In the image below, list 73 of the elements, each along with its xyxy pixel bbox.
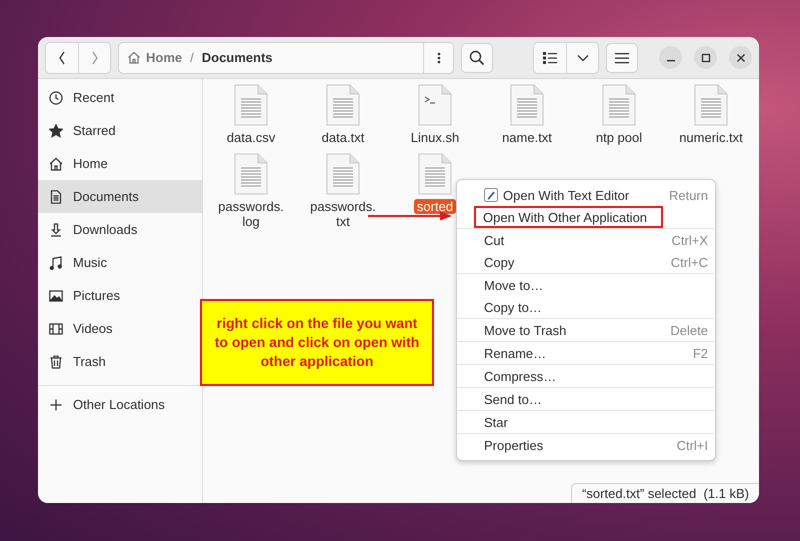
menu-item[interactable]: Move to Trash Delete: [457, 319, 715, 341]
sidebar-item[interactable]: Music: [38, 246, 202, 279]
script-file-icon[interactable]: [418, 84, 452, 126]
video-icon: [49, 322, 63, 336]
forward-button[interactable]: [78, 42, 110, 72]
menu-item[interactable]: Open With Other Application: [474, 206, 663, 228]
list-view-icon: [543, 52, 557, 64]
maximize-button[interactable]: [694, 46, 717, 69]
download-icon: [49, 222, 63, 236]
minimize-icon: [666, 60, 674, 62]
menu-item[interactable]: Compress…: [457, 365, 715, 387]
main-menu-button[interactable]: [606, 42, 638, 72]
home-crumb[interactable]: Home: [119, 44, 188, 72]
menu-item[interactable]: Send to…: [457, 388, 715, 410]
text-file-icon[interactable]: [418, 153, 452, 195]
home-icon: [49, 156, 63, 170]
back-icon: [58, 50, 66, 64]
text-file-icon[interactable]: [694, 84, 728, 126]
menu-item[interactable]: Copy Ctrl+C: [457, 251, 715, 273]
file-name[interactable]: numeric.txt: [676, 130, 746, 145]
text-editor-icon: [484, 188, 498, 202]
text-file-icon[interactable]: [602, 84, 636, 126]
sidebar-item[interactable]: Pictures: [38, 279, 202, 312]
file-name[interactable]: Linux.sh: [408, 130, 462, 145]
picture-icon: [49, 288, 63, 302]
star-icon: [49, 124, 63, 138]
file-name[interactable]: data.csv: [224, 130, 278, 145]
path-separator: /: [189, 50, 195, 65]
text-file-icon[interactable]: [326, 84, 360, 126]
trash-icon: [49, 354, 63, 368]
close-icon: [736, 52, 746, 62]
maximize-icon: [700, 52, 710, 62]
search-button[interactable]: [461, 42, 493, 72]
home-icon: [127, 51, 141, 64]
menu-icon: [615, 52, 629, 64]
sidebar-item[interactable]: Recent: [38, 81, 202, 114]
file-name[interactable]: sorted: [414, 199, 456, 214]
menu-item[interactable]: Star: [457, 411, 715, 433]
status-bar: “sorted.txt” selected (1.1 kB): [571, 483, 759, 503]
text-file-icon[interactable]: [326, 153, 360, 195]
music-icon: [49, 256, 63, 270]
file-name[interactable]: name.txt: [499, 130, 555, 145]
caret-icon: [576, 54, 588, 62]
text-file-icon[interactable]: [234, 153, 268, 195]
text-file-icon[interactable]: [234, 84, 268, 126]
close-button[interactable]: [729, 46, 752, 69]
sidebar-item[interactable]: Videos: [38, 312, 202, 345]
file-name[interactable]: data.txt: [318, 130, 368, 145]
search-icon: [469, 50, 485, 66]
current-folder-crumb[interactable]: Documents: [196, 44, 279, 72]
sidebar-item[interactable]: Other Locations: [38, 388, 202, 421]
sidebar-item[interactable]: Documents: [38, 180, 202, 213]
text-file-icon[interactable]: [510, 84, 544, 126]
sidebar-item[interactable]: Starred: [38, 114, 202, 147]
menu-item[interactable]: Properties Ctrl+I: [457, 434, 715, 456]
menu-item[interactable]: Open With Text Editor Return: [457, 184, 715, 206]
menu-item[interactable]: Rename… F2: [457, 342, 715, 364]
menu-item[interactable]: Cut Ctrl+X: [457, 229, 715, 251]
document-icon: [49, 190, 63, 204]
menu-item[interactable]: Move to…: [457, 274, 715, 296]
plus-icon: [49, 398, 63, 412]
annotation-callout: right click on the file you want to open and click on open with other application: [200, 299, 434, 386]
file-name[interactable]: passwords. txt: [307, 199, 379, 229]
recent-icon: [49, 90, 63, 104]
sidebar-item[interactable]: Downloads: [38, 213, 202, 246]
menu-item[interactable]: Copy to…: [457, 296, 715, 318]
sidebar-item[interactable]: Trash: [38, 345, 202, 378]
sidebar-item[interactable]: Home: [38, 147, 202, 180]
more-icon: [436, 50, 440, 64]
file-name[interactable]: passwords. log: [215, 199, 287, 229]
forward-icon: [90, 50, 98, 64]
file-name[interactable]: ntp pool: [592, 130, 646, 145]
minimize-button[interactable]: [659, 46, 682, 69]
